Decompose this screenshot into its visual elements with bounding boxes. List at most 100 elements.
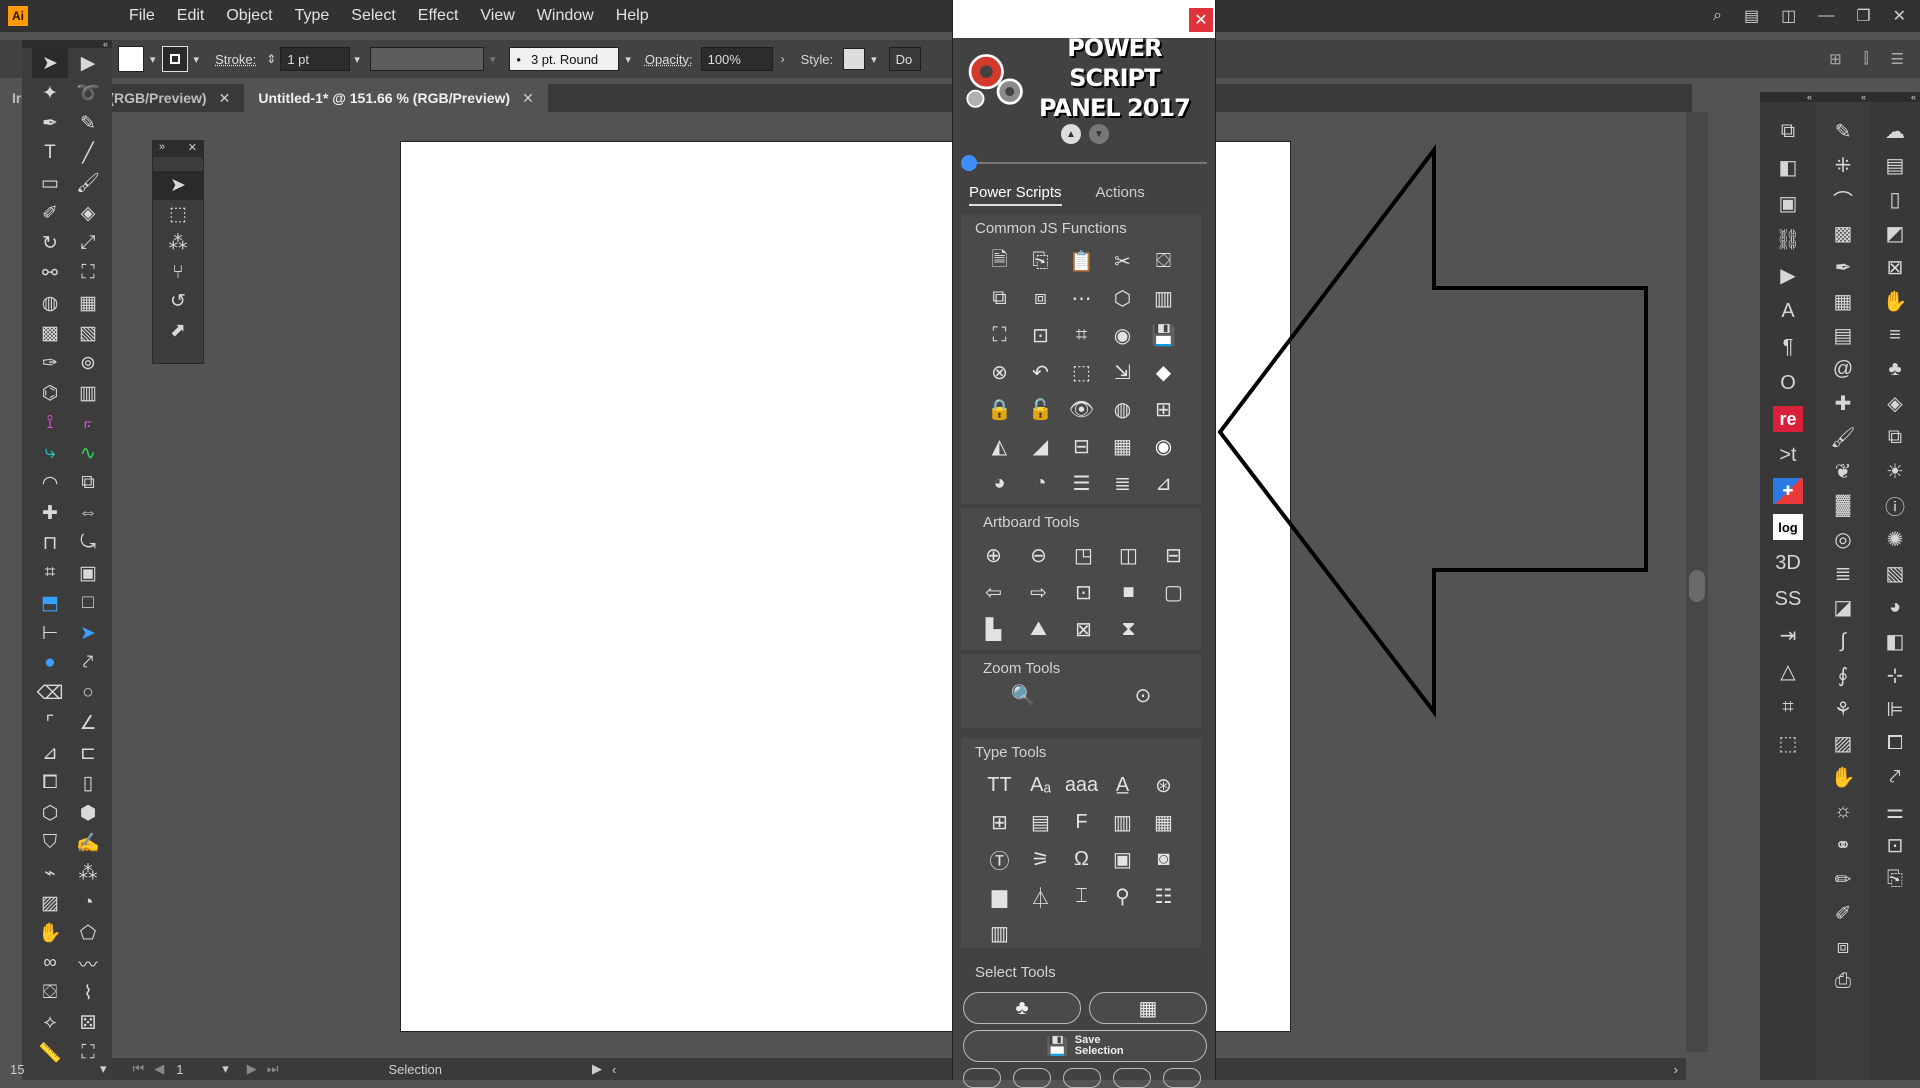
chevron-down-icon[interactable]: ▾ [871, 53, 877, 66]
hand-panel-icon[interactable]: ✋ [1828, 764, 1858, 790]
arrange-icon[interactable]: ◫ [1781, 6, 1796, 26]
width-tool-icon[interactable]: ⚯ [32, 258, 68, 288]
eraser-icon[interactable]: ◈ [70, 198, 106, 228]
swirl-icon[interactable]: ◎ [1828, 526, 1858, 552]
center-artboard-icon[interactable]: ⊠ [1061, 611, 1106, 648]
spray-tool-icon[interactable]: ⁂ [70, 858, 106, 888]
align-left-tool-icon[interactable]: ⊢ [32, 618, 68, 648]
trim-artboard-icon[interactable]: ⧗ [1106, 611, 1151, 648]
custom-tool-green-icon[interactable]: ∿ [70, 438, 106, 468]
scroll-left-icon[interactable]: ‹ [612, 1062, 616, 1077]
image-trace-icon[interactable]: ▨ [32, 888, 68, 918]
transform-icon[interactable]: ⊞ [1829, 50, 1842, 68]
log-plugin-icon[interactable]: log [1773, 514, 1803, 540]
zoom-circle-icon[interactable]: ◔ [70, 888, 106, 918]
chart-base-icon[interactable]: ▙ [971, 611, 1016, 648]
stack-panel-icon[interactable]: ◪ [1828, 594, 1858, 620]
puppet-icon[interactable]: ✋ [1880, 288, 1910, 314]
infinity-tool-icon[interactable]: ∞ [32, 948, 68, 978]
play-icon[interactable]: ▶ [592, 1061, 602, 1077]
left-arrow-outline[interactable] [1217, 144, 1648, 718]
link-icon[interactable]: ⛓ [1773, 226, 1803, 252]
layer-tool-icon[interactable]: ▣ [70, 558, 106, 588]
cube-tool-icon[interactable]: ⬒ [32, 588, 68, 618]
artboards-icon[interactable]: ⧉ [1880, 424, 1910, 450]
page-tool-icon[interactable]: ▯ [70, 768, 106, 798]
zoom-level[interactable]: 15 [10, 1062, 40, 1077]
box-tool-icon[interactable]: ⬢ [70, 798, 106, 828]
panel-bottom-button-3[interactable] [1063, 1068, 1101, 1088]
menu-help[interactable]: Help [605, 7, 660, 25]
appearance-icon[interactable]: ☀ [1880, 458, 1910, 484]
matrix-grid-icon[interactable]: ▦ [1102, 428, 1143, 465]
omega-icon[interactable]: Ω [1061, 841, 1102, 878]
collapse-icon[interactable]: « [1816, 92, 1870, 102]
menu-select[interactable]: Select [340, 7, 406, 25]
previous-artboard-icon[interactable]: ⇦ [971, 574, 1016, 611]
text-vertical-icon[interactable]: ⌶ [1061, 878, 1102, 915]
text-case-icon[interactable]: TT [979, 767, 1020, 804]
noise-icon[interactable]: ▓ [1828, 492, 1858, 518]
app-logo[interactable]: Ai [8, 6, 28, 26]
stripes-dense-icon[interactable]: ≣ [1102, 465, 1143, 502]
chevron-down-icon[interactable]: ▾ [194, 53, 200, 66]
vertical-scrollbar[interactable] [1686, 112, 1708, 1052]
text-add-icon[interactable]: ⊞ [979, 804, 1020, 841]
pencil-panel-icon[interactable]: ✏ [1828, 866, 1858, 892]
menu-file[interactable]: File [118, 7, 166, 25]
arrow-shape[interactable] [1210, 140, 1660, 730]
chevron-down-icon[interactable]: ▾ [354, 53, 360, 66]
film-icon[interactable]: ▤ [1828, 322, 1858, 348]
circles-panel-icon[interactable]: ⚭ [1828, 832, 1858, 858]
shapes-panel-icon[interactable]: ⧈ [1828, 934, 1858, 960]
join-icon[interactable]: ⋯ [1061, 280, 1102, 317]
text-image-icon[interactable]: ▣ [1102, 841, 1143, 878]
tab-power-scripts[interactable]: Power Scripts [969, 184, 1062, 206]
scatter-icon[interactable]: ⁜ [1828, 152, 1858, 178]
close-icon[interactable]: ✕ [219, 90, 231, 107]
lock-icon[interactable]: 🔒 [979, 391, 1020, 428]
measure-tool-icon[interactable]: ⊿ [32, 738, 68, 768]
shear-icon[interactable]: ◢ [1020, 428, 1061, 465]
fill-swatch[interactable] [118, 46, 144, 72]
knife-tool-icon[interactable]: ⌁ [32, 858, 68, 888]
style-swatch[interactable] [843, 48, 866, 70]
node-tool-icon[interactable]: ⟡ [32, 1008, 68, 1038]
shaper-tool-icon[interactable]: ✐ [32, 198, 68, 228]
color-plugin-icon[interactable]: ✚ [1773, 478, 1803, 504]
panel-menu-icon[interactable]: ☰ [1891, 50, 1904, 68]
variable-width-dropdown[interactable] [369, 47, 484, 71]
crop-marks-icon[interactable]: ⌗ [1773, 694, 1803, 720]
character-icon[interactable]: A [1773, 298, 1803, 324]
copy-icon[interactable]: ⎘ [1020, 243, 1061, 280]
page-panel-icon[interactable]: ▯ [1880, 186, 1910, 212]
clone-tool-icon[interactable]: ⧠ [32, 768, 68, 798]
t-plugin-icon[interactable]: >t [1773, 442, 1803, 468]
custom-tool-magenta-icon[interactable]: ⟟ [32, 408, 68, 438]
panel-slider[interactable] [961, 155, 1207, 171]
shape-builder-icon[interactable]: ◍ [32, 288, 68, 318]
select-same-symbol-button[interactable]: ♣ [963, 992, 1081, 1024]
fit-selection-icon[interactable]: ⊡ [1020, 317, 1061, 354]
spiral-tool-icon[interactable]: ◠ [32, 468, 68, 498]
plus-panel-icon[interactable]: ✚ [1828, 390, 1858, 416]
curvature-tool-icon[interactable]: ✎ [70, 108, 106, 138]
artboard-panel-icon[interactable]: ▣ [1773, 190, 1803, 216]
paragraph-icon[interactable]: ¶ [1773, 334, 1803, 360]
pen-tool-icon[interactable]: ✒ [32, 108, 68, 138]
calligraphy-icon[interactable]: ∫ [1828, 628, 1858, 654]
symbol-sprayer-icon[interactable]: ⌬ [32, 378, 68, 408]
split-vertical-icon[interactable]: ◫ [1106, 537, 1151, 574]
resize-artboard-icon[interactable]: ◳ [1061, 537, 1106, 574]
bucket-tool-icon[interactable]: ⛋ [32, 978, 68, 1008]
panel-bottom-button-2[interactable] [1013, 1068, 1051, 1088]
white-fill-icon[interactable]: ■ [1106, 574, 1151, 611]
collapse-icon[interactable]: « [1870, 92, 1920, 102]
rotate-tool-icon[interactable]: ↻ [32, 228, 68, 258]
split-tool-icon[interactable]: ⊏ [70, 738, 106, 768]
pencil-erase-icon[interactable]: ⌫ [32, 678, 68, 708]
menu-type[interactable]: Type [284, 7, 341, 25]
bridge-tool-icon[interactable]: ⊓ [32, 528, 68, 558]
align-panel-icon[interactable]: ⊫ [1880, 696, 1910, 722]
find-text-icon[interactable]: ⚲ [1102, 878, 1143, 915]
